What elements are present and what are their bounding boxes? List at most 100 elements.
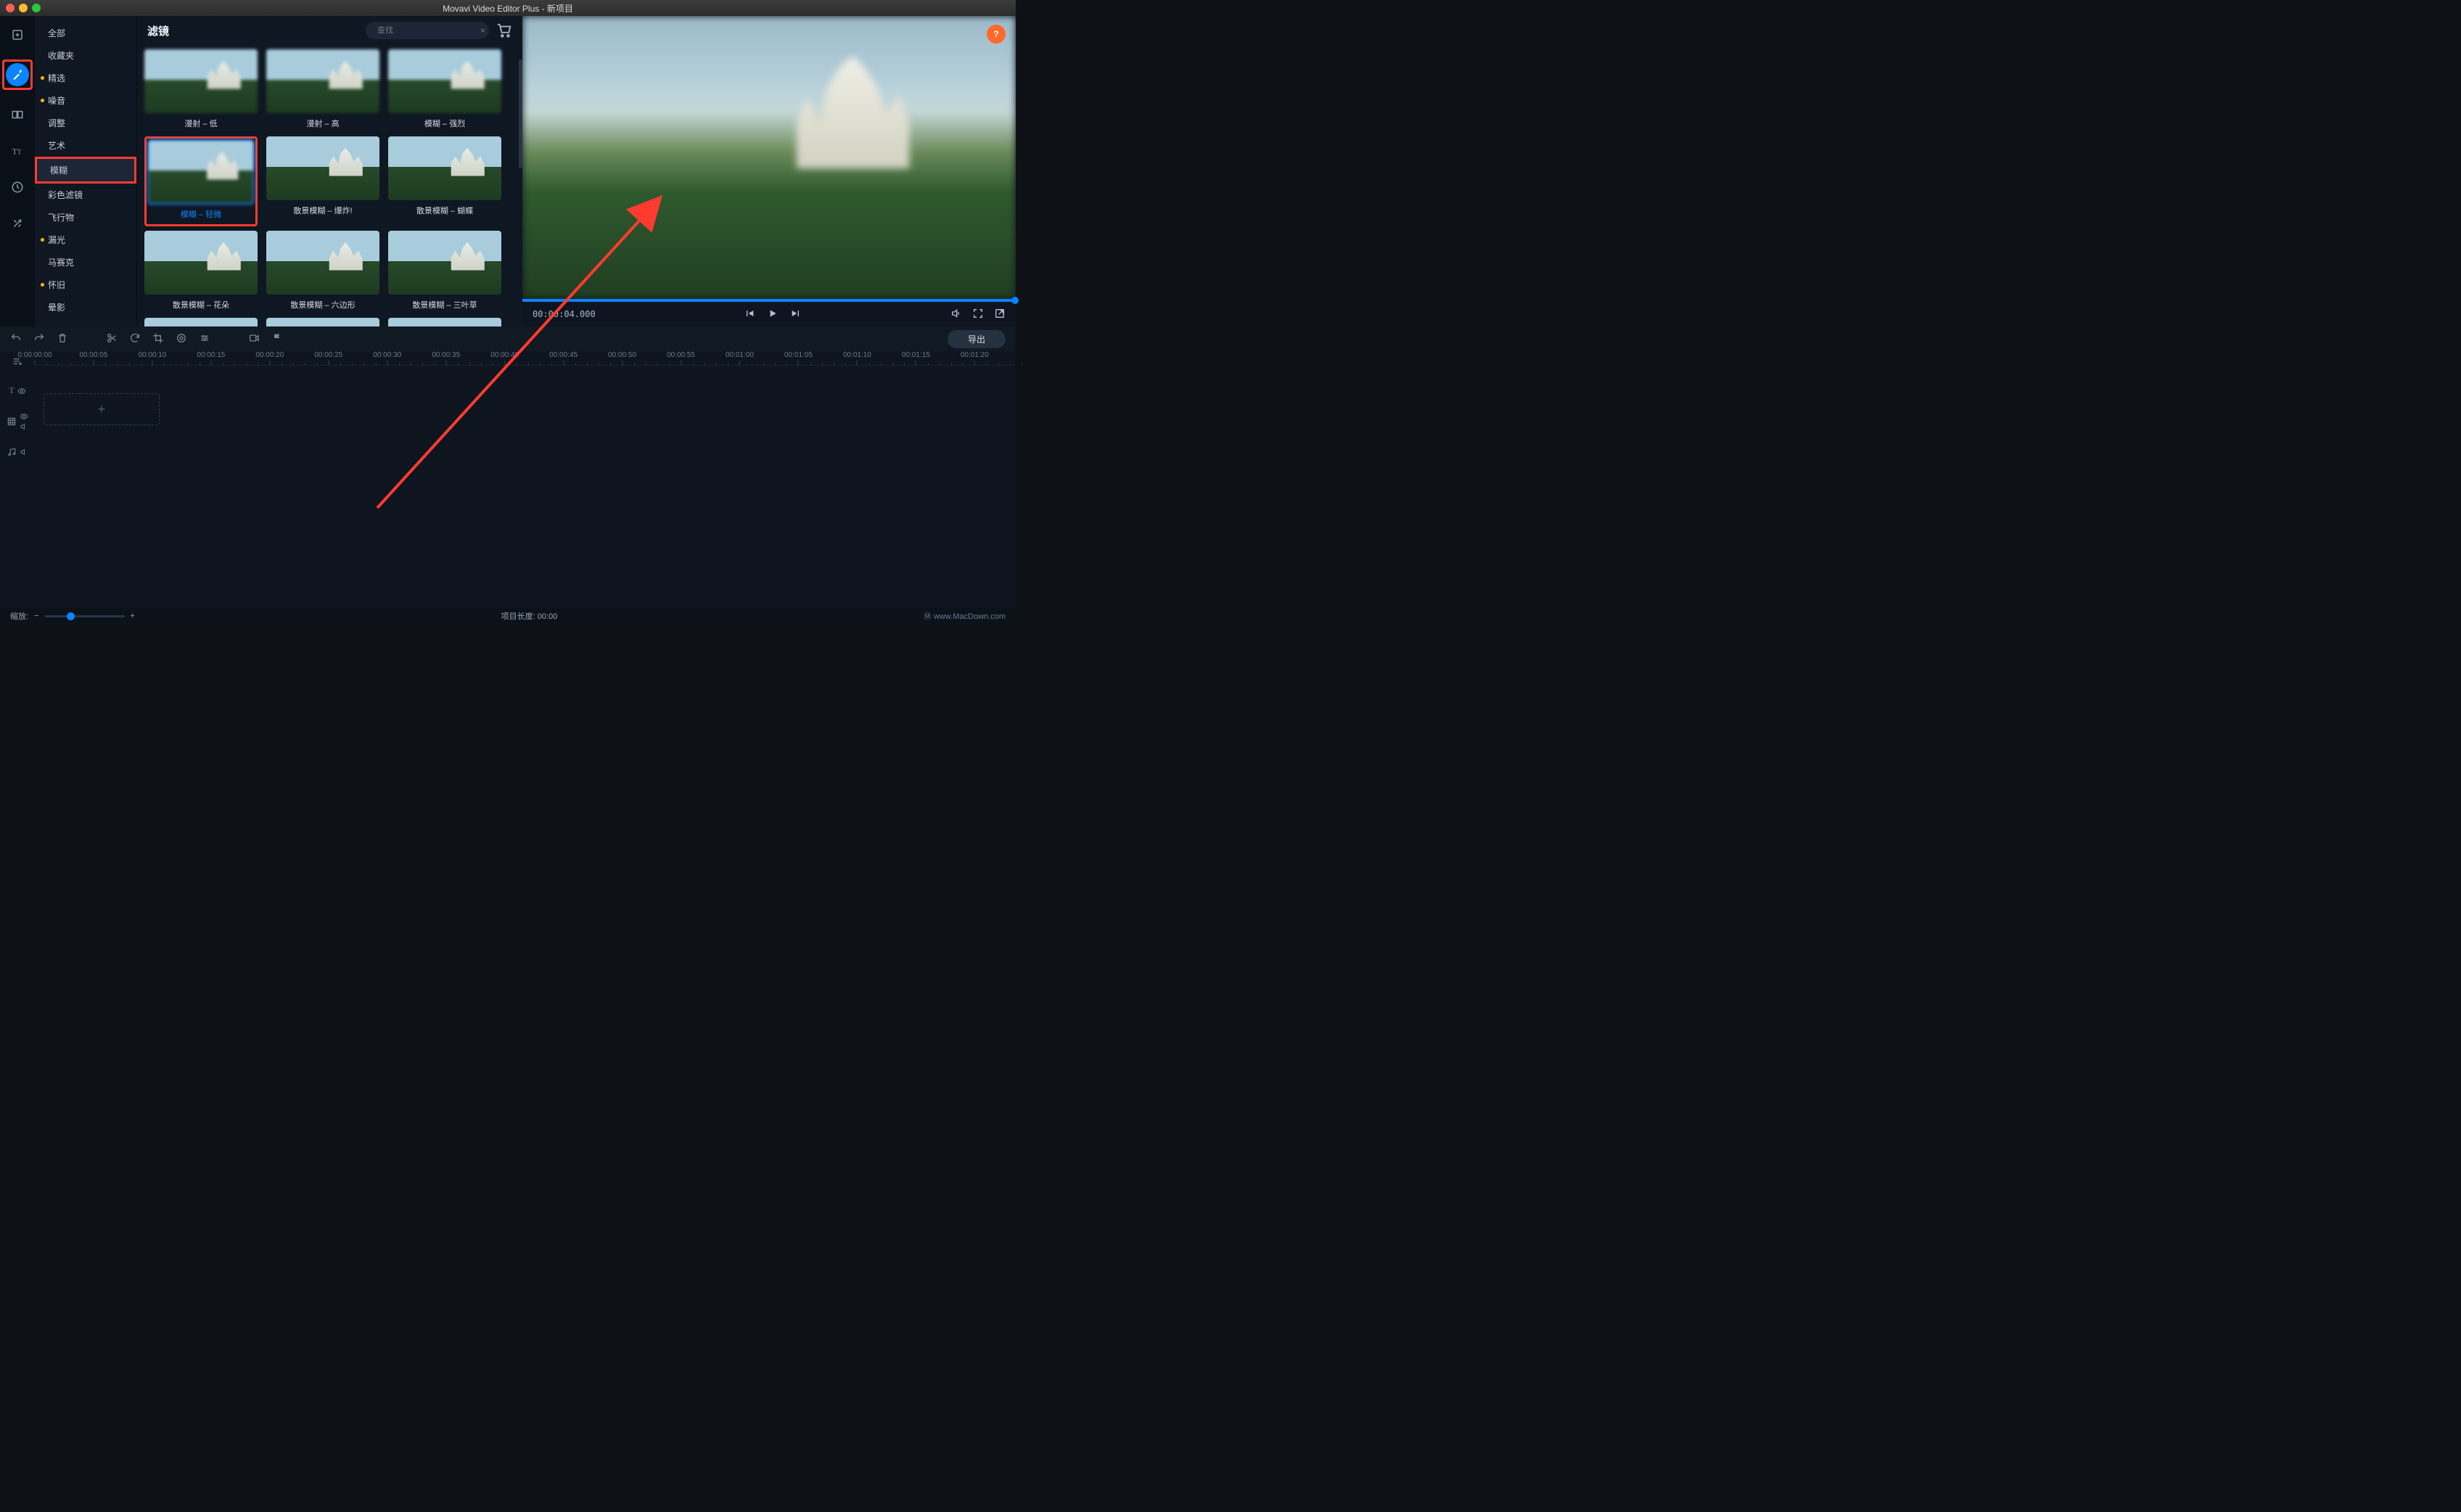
ruler-tick: 00:01:10 <box>843 351 871 365</box>
filters-tool-highlight <box>2 59 33 90</box>
filter-card[interactable]: 漫射 – 低 <box>144 49 258 132</box>
search-input[interactable] <box>377 26 480 35</box>
redo-button[interactable] <box>33 332 45 346</box>
filter-thumb <box>144 318 258 326</box>
zoom-slider[interactable] <box>45 615 125 617</box>
ruler-tick: 00:00:55 <box>667 351 695 365</box>
export-button[interactable]: 导出 <box>948 330 1006 348</box>
add-media-slot[interactable]: + <box>44 393 160 425</box>
timeline-tracks[interactable]: + <box>35 366 1016 453</box>
help-button[interactable]: ? <box>987 25 1006 44</box>
search-input-wrap[interactable]: × <box>366 22 489 39</box>
filter-card[interactable] <box>266 318 379 326</box>
filter-card[interactable]: 散景模糊 – 三叶草 <box>388 231 501 313</box>
ruler-tick: 00:01:20 <box>961 351 989 365</box>
cut-button[interactable] <box>106 332 118 346</box>
category-noise[interactable]: 噪音 <box>35 89 136 112</box>
cart-icon[interactable] <box>496 22 512 38</box>
category-featured[interactable]: 精选 <box>35 67 136 89</box>
progress-knob[interactable] <box>1011 297 1019 304</box>
filter-thumb <box>266 136 379 200</box>
category-vignette[interactable]: 晕影 <box>35 296 136 319</box>
volume-icon[interactable] <box>20 422 28 431</box>
stickers-tool[interactable] <box>6 176 29 199</box>
filter-label: 散景模糊 – 蝴蝶 <box>388 200 501 219</box>
filter-label: 模糊 – 轻微 <box>148 204 254 223</box>
category-retro[interactable]: 怀旧 <box>35 274 136 296</box>
rotate-button[interactable] <box>129 332 141 346</box>
undo-button[interactable] <box>10 332 22 346</box>
record-button[interactable] <box>248 332 260 346</box>
flag-icon <box>271 332 283 344</box>
category-mosaic[interactable]: 马赛克 <box>35 251 136 274</box>
filter-thumb <box>144 231 258 295</box>
color-button[interactable] <box>176 332 187 346</box>
category-blur[interactable]: 模糊 <box>37 159 134 181</box>
svg-text:T: T <box>17 149 22 156</box>
filter-label: 散景模糊 – 爆炸! <box>266 200 379 219</box>
filter-label: 散景模糊 – 三叶草 <box>388 295 501 313</box>
category-favorites[interactable]: 收藏夹 <box>35 44 136 67</box>
eye-icon[interactable] <box>20 412 28 421</box>
prev-frame-button[interactable] <box>744 308 755 321</box>
ruler-tick: 00:01:05 <box>784 351 813 365</box>
category-color[interactable]: 彩色滤镜 <box>35 184 136 206</box>
category-adjust[interactable]: 调整 <box>35 112 136 134</box>
fullscreen-button[interactable] <box>972 308 984 321</box>
import-tool[interactable] <box>6 23 29 46</box>
filter-card[interactable] <box>144 318 258 326</box>
more-tools-tool[interactable] <box>6 212 29 235</box>
scissors-icon <box>106 332 118 344</box>
zoom-control: 缩放: − + <box>10 610 135 622</box>
filter-card[interactable]: 散景模糊 – 花朵 <box>144 231 258 313</box>
clip-properties-button[interactable] <box>199 332 210 346</box>
next-frame-button[interactable] <box>790 308 802 321</box>
timeline-ruler[interactable]: 0:00:00:0000:00:0500:00:1000:00:1500:00:… <box>35 351 1016 366</box>
category-list: 全部 收藏夹 精选 噪音 调整 艺术 模糊 彩色滤镜 飞行物 漏光 马赛克 怀旧… <box>35 16 136 326</box>
wand-icon <box>11 68 24 81</box>
preview-canvas[interactable]: ? <box>522 16 1016 299</box>
zoom-out-button[interactable]: − <box>34 612 38 620</box>
filters-tool[interactable] <box>6 63 29 86</box>
volume-button[interactable] <box>950 308 962 321</box>
fullscreen-icon <box>972 308 984 319</box>
filter-card[interactable]: 散景模糊 – 爆炸! <box>266 136 379 226</box>
titles-tool[interactable]: TT <box>6 139 29 163</box>
filter-thumb <box>148 140 254 204</box>
filter-card[interactable]: 散景模糊 – 六边形 <box>266 231 379 313</box>
eye-icon[interactable] <box>17 387 26 395</box>
category-art[interactable]: 艺术 <box>35 134 136 157</box>
preview-panel: ? 00:00:04.000 <box>522 16 1016 326</box>
volume-icon[interactable] <box>20 448 28 456</box>
text-icon: TT <box>11 144 24 157</box>
filter-grid: 漫射 – 低 漫射 – 高 模糊 – 强烈 模糊 – 轻微 散景模糊 – 爆炸!… <box>137 45 522 326</box>
popout-button[interactable] <box>994 308 1006 321</box>
timeline-body[interactable]: 0:00:00:0000:00:0500:00:1000:00:1500:00:… <box>35 351 1016 608</box>
transitions-tool[interactable] <box>6 103 29 126</box>
volume-icon <box>950 308 962 319</box>
filter-card[interactable]: 模糊 – 强烈 <box>388 49 501 132</box>
category-lightleak[interactable]: 漏光 <box>35 229 136 251</box>
tools-icon <box>11 217 24 230</box>
timeline-track-controls: T <box>0 351 35 608</box>
ruler-tick: 00:00:15 <box>197 351 225 365</box>
filter-card-selected[interactable]: 模糊 – 轻微 <box>144 136 258 226</box>
filter-card[interactable] <box>388 318 501 326</box>
category-all[interactable]: 全部 <box>35 22 136 44</box>
marker-button[interactable] <box>271 332 283 346</box>
filter-panel-header: 滤镜 × <box>137 16 522 45</box>
timecode: 00:00:04.000 <box>533 309 596 319</box>
preview-progress[interactable] <box>522 299 1016 302</box>
preview-image <box>522 16 1016 299</box>
filter-label: 漫射 – 低 <box>144 113 258 132</box>
play-button[interactable] <box>767 308 778 321</box>
filter-card[interactable]: 漫射 – 高 <box>266 49 379 132</box>
category-flying[interactable]: 飞行物 <box>35 206 136 229</box>
delete-button[interactable] <box>57 332 68 346</box>
crop-button[interactable] <box>152 332 164 346</box>
clear-search-button[interactable]: × <box>480 25 485 36</box>
filter-thumb <box>266 231 379 295</box>
filter-card[interactable]: 散景模糊 – 蝴蝶 <box>388 136 501 226</box>
skip-back-icon <box>744 308 755 319</box>
zoom-knob[interactable] <box>67 612 75 620</box>
